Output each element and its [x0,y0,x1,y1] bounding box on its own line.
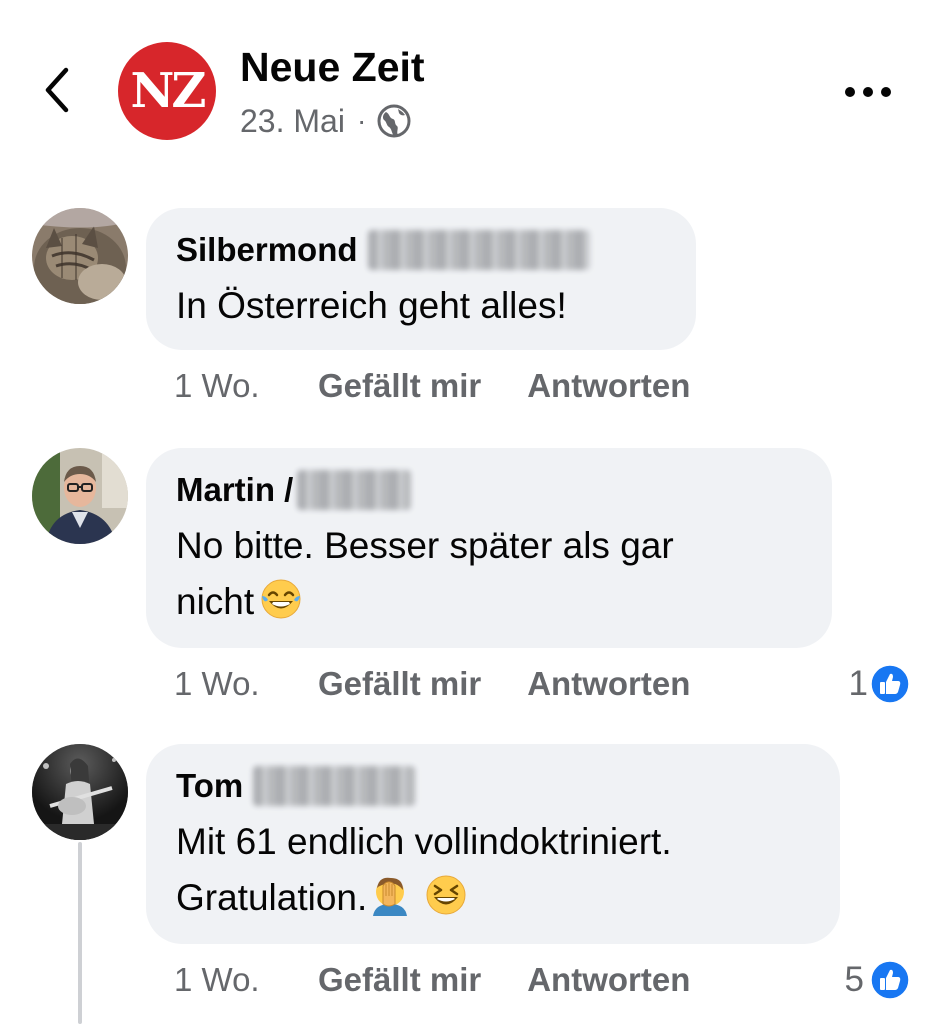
comment-actions: 1 Wo. Gefällt mir Antworten [174,956,690,1004]
cat-avatar-image [32,208,128,304]
guitarist-avatar-image [32,744,128,840]
meta-separator: · [356,105,367,136]
like-reaction-icon [870,664,910,704]
comment-bubble: Martin / No bitte. Besser später als gar… [146,448,832,648]
like-button[interactable]: Gefällt mir [318,367,481,405]
comment-bubble: Tom Mit 61 endlich vollindoktriniert. Gr… [146,744,840,944]
comment-author[interactable]: Tom [176,764,243,808]
page-name[interactable]: Neue Zeit [240,42,425,92]
back-button[interactable] [36,62,80,118]
tears-of-joy-emoji [261,579,301,619]
blurred-surname [253,766,416,806]
comment-text-content: No bitte. Besser später als gar nicht [176,525,674,622]
reply-button[interactable]: Antworten [527,961,690,999]
comment-author[interactable]: Silbermond [176,228,358,272]
facepalm-emoji [373,877,408,916]
blurred-surname [367,230,590,270]
page-logo-text: NZ [130,63,207,119]
comment-time[interactable]: 1 Wo. [174,367,318,405]
reaction-summary[interactable]: 5 [845,956,910,1004]
comment-author-row: Tom [176,764,810,808]
page-avatar[interactable]: NZ [118,42,216,140]
post-header: NZ Neue Zeit 23. Mai · [0,0,928,160]
comment-text: No bitte. Besser später als gar nicht [176,518,802,630]
comment-text: In Österreich geht alles! [176,285,567,326]
chevron-left-icon [45,67,69,113]
reaction-count: 1 [848,664,868,703]
comment-time[interactable]: 1 Wo. [174,961,318,999]
reply-button[interactable]: Antworten [527,665,690,703]
comment-text: Mit 61 endlich vollindoktriniert. Gratul… [176,814,810,926]
like-button[interactable]: Gefällt mir [318,665,481,703]
comment-text-content: Mit 61 endlich vollindoktriniert. Gratul… [176,821,672,918]
comment-author[interactable]: Martin / [176,468,293,512]
globe-icon [377,104,411,138]
avatar[interactable] [32,208,128,304]
reply-button[interactable]: Antworten [527,367,690,405]
grinning-squinting-emoji [426,875,466,915]
more-options-button[interactable] [840,76,896,108]
post-date[interactable]: 23. Mai [240,103,345,140]
comment-bubble: Silbermond In Österreich geht alles! [146,208,696,350]
comment-actions: 1 Wo. Gefällt mir Antworten [174,660,690,708]
post-meta: 23. Mai · [240,98,412,144]
comment-time[interactable]: 1 Wo. [174,665,318,703]
more-horizontal-icon [845,87,891,97]
avatar[interactable] [32,448,128,544]
comment-actions: 1 Wo. Gefällt mir Antworten [174,362,690,410]
comment-author-row: Silbermond [176,228,666,272]
comment-author-row: Martin / [176,468,802,512]
blurred-surname [297,470,412,510]
reaction-summary[interactable]: 1 [849,660,910,708]
avatar[interactable] [32,744,128,840]
reaction-count: 5 [844,960,864,999]
person-avatar-image [32,448,128,544]
reply-thread-line [78,842,82,1024]
like-button[interactable]: Gefällt mir [318,961,481,999]
like-reaction-icon [870,960,910,1000]
